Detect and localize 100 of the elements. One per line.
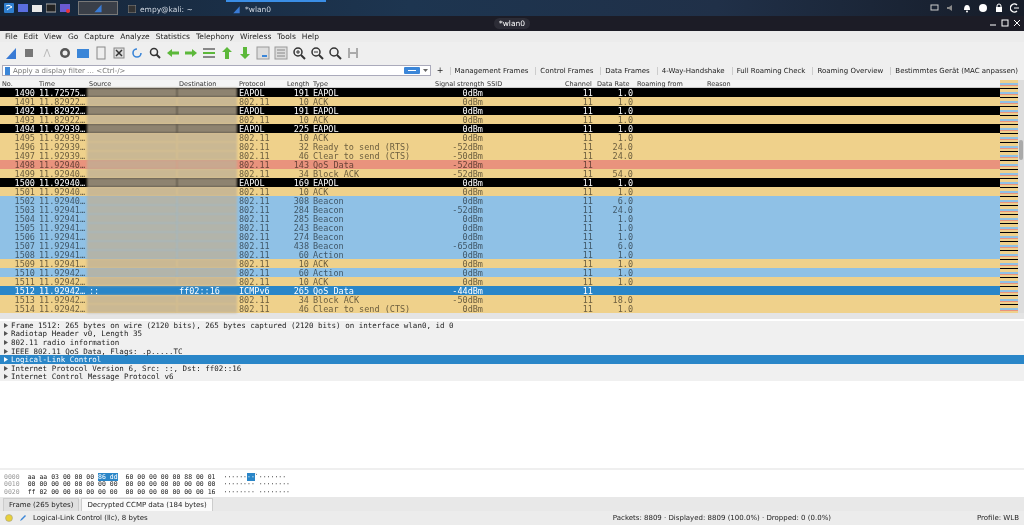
packet-row[interactable]: 1512 11.92942… :: ff02::16 ICMPv6 265 QoS Data -44dBm 11	[0, 286, 1000, 295]
terminal-icon[interactable]	[46, 3, 56, 13]
packet-row[interactable]: 1501 11.92940… 802.11 10 ACK 0dBm 11 1.0	[0, 187, 1000, 196]
table-cell-text: ACK	[312, 258, 330, 269]
table-cell-text: 1512	[13, 285, 36, 296]
bookmark-icon[interactable]	[5, 66, 10, 75]
table-cell-text: 802.11	[238, 141, 271, 152]
table-cell-text: 1.0	[616, 267, 634, 278]
table-cell-text: 143	[292, 159, 310, 170]
table-cell-text: EAPOL	[312, 87, 340, 98]
table-cell-text: 34	[297, 294, 310, 305]
table-cell-text: ::	[88, 285, 101, 296]
close-icon[interactable]	[1013, 19, 1021, 27]
screen-icon[interactable]	[930, 3, 940, 13]
folder-icon[interactable]	[32, 3, 42, 13]
maximize-icon[interactable]	[1001, 19, 1009, 27]
table-cell-text: 11	[581, 105, 594, 116]
table-cell-text: -52dBm	[451, 168, 484, 179]
search-icon[interactable]	[148, 45, 162, 60]
app-icon[interactable]	[60, 3, 70, 13]
table-cell-text: 1492	[13, 105, 36, 116]
packet-row[interactable]: 1493 11.82922… 802.11 10 ACK 0dBm 11 1.0	[0, 115, 1000, 124]
packet-row[interactable]: 1498 11.92940… 802.11 143 QoS Data -52dBm 11	[0, 160, 1000, 169]
packet-row[interactable]: 1495 11.92939… 802.11 10 ACK 0dBm 11 1.0	[0, 133, 1000, 142]
table-cell-text: 308	[292, 195, 310, 206]
table-cell-text: -52dBm	[451, 204, 484, 215]
table-cell-text: 11.92939…	[38, 123, 87, 134]
table-cell-text: Beacon	[312, 231, 345, 242]
table-cell-text: 1493	[13, 114, 36, 125]
zoom-reset-icon[interactable]	[328, 45, 342, 60]
table-cell-text: ACK	[312, 132, 330, 143]
packet-row[interactable]: 1500 11.92940… EAPOL 169 EAPOL 0dBm 11 1.0	[0, 178, 1000, 187]
table-cell-text: 1500	[13, 177, 36, 188]
table-cell-text: 1491	[13, 96, 36, 107]
packet-row[interactable]: 1505 11.92941… 802.11 243 Beacon 0dBm 11 1.0	[0, 223, 1000, 232]
packet-row[interactable]: 1503 11.92941… 802.11 284 Beacon -52dBm 11 24.0	[0, 205, 1000, 214]
table-cell-text: 1502	[13, 195, 36, 206]
colorize-icon[interactable]	[274, 45, 288, 60]
table-cell-text: Ready to send (RTS)	[312, 141, 412, 152]
packet-row[interactable]: 1499 11.92940… 802.11 34 Block ACK -52dBm 11 54.0	[0, 169, 1000, 178]
table-cell-text: 284	[292, 204, 310, 215]
table-cell-text: 11.92939…	[38, 150, 87, 161]
add-filter-button[interactable]: +	[433, 66, 447, 75]
packet-row[interactable]: 1496 11.92939… 802.11 32 Ready to send (RTS) -52dBm 11 24.0	[0, 142, 1000, 151]
packet-row[interactable]: 1492 11.82922… EAPOL 191 EAPOL 0dBm 11 1.0	[0, 106, 1000, 115]
table-cell-text: 1511	[13, 276, 36, 287]
packet-row[interactable]: 1506 11.92941… 802.11 274 Beacon 0dBm 11 1.0	[0, 232, 1000, 241]
table-cell-text: 0dBm	[461, 249, 484, 260]
packet-row[interactable]: 1511 11.92942… 802.11 10 ACK 0dBm 11 1.0	[0, 277, 1000, 286]
table-cell-text: 11.92941…	[38, 222, 87, 233]
shark-fin-icon	[93, 3, 103, 13]
packet-row[interactable]: 1494 11.92939… EAPOL 225 EAPOL 0dBm 11 1.0	[0, 124, 1000, 133]
logout-icon[interactable]	[1010, 3, 1020, 13]
table-cell-text: 1513	[13, 294, 36, 305]
packet-minimap[interactable]	[1000, 80, 1018, 313]
table-cell-text: Beacon	[312, 204, 345, 215]
table-cell-text: 11.92940…	[38, 177, 87, 188]
packet-row[interactable]: 1490 11.72575… EAPOL 191 EAPOL 0dBm 11 1.0	[0, 88, 1000, 97]
autoscroll-icon[interactable]	[256, 45, 270, 60]
table-cell-text: 802.11	[238, 213, 271, 224]
packet-row[interactable]: 1491 11.82922… 802.11 10 ACK 0dBm 11 1.0	[0, 97, 1000, 106]
table-cell-text: 24.0	[611, 204, 634, 215]
table-cell-text: 802.11	[238, 114, 271, 125]
table-cell-text: EAPOL	[238, 177, 266, 188]
table-cell-text: 0dBm	[461, 267, 484, 278]
close-file-icon[interactable]	[112, 45, 126, 60]
table-cell-text: 46	[297, 303, 310, 314]
table-cell-text: 18.0	[611, 294, 634, 305]
table-cell-text: 6.0	[616, 240, 634, 251]
table-cell-text: Clear to send (CTS)	[312, 150, 412, 161]
lock-icon[interactable]	[994, 3, 1004, 13]
table-cell-text: 0dBm	[461, 195, 484, 206]
zoom-out-icon[interactable]	[310, 45, 324, 60]
packet-row[interactable]: 1508 11.92941… 802.11 60 Action 0dBm 11 1.0	[0, 250, 1000, 259]
table-cell-text: 24.0	[611, 150, 634, 161]
go-to-packet-icon[interactable]	[202, 45, 216, 60]
edit-icon[interactable]	[19, 514, 27, 522]
settings-icon[interactable]	[58, 45, 72, 60]
table-cell-text: 11.92940…	[38, 186, 87, 197]
dropdown-caret-icon[interactable]	[422, 68, 428, 73]
packet-row[interactable]: 1514 11.92942… 802.11 46 Clear to send (CTS) 0dBm 11 1.0	[0, 304, 1000, 313]
zoom-in-icon[interactable]	[292, 45, 306, 60]
table-cell-text: 285	[292, 213, 310, 224]
table-cell-text: 1.0	[616, 276, 634, 287]
packet-row[interactable]: 1513 11.92942… 802.11 34 Block ACK -50dBm 11 18.0	[0, 295, 1000, 304]
packet-row[interactable]: 1509 11.92941… 802.11 10 ACK 0dBm 11 1.0	[0, 259, 1000, 268]
taskbar-app-button[interactable]	[78, 1, 118, 15]
scrollbar-thumb[interactable]	[1019, 140, 1023, 160]
packet-row[interactable]: 1507 11.92941… 802.11 438 Beacon -65dBm 11 6.0	[0, 241, 1000, 250]
packet-row[interactable]: 1502 11.92940… 802.11 308 Beacon 0dBm 11 6.0	[0, 196, 1000, 205]
notification-bell-icon[interactable]	[962, 3, 972, 13]
desktop-icon[interactable]	[18, 3, 28, 13]
app-menu-icon[interactable]	[4, 3, 14, 13]
table-cell-text: 34	[297, 168, 310, 179]
table-cell-text: 0dBm	[461, 213, 484, 224]
packet-row[interactable]: 1510 11.92942… 802.11 60 Action 0dBm 11 1.0	[0, 268, 1000, 277]
packet-row[interactable]: 1504 11.92941… 802.11 285 Beacon 0dBm 11 1.0	[0, 214, 1000, 223]
table-cell-text: 11	[581, 123, 594, 134]
table-cell-text: 1508	[13, 249, 36, 260]
packet-row[interactable]: 1497 11.92939… 802.11 46 Clear to send (CTS) -50dBm 11 24.0	[0, 151, 1000, 160]
